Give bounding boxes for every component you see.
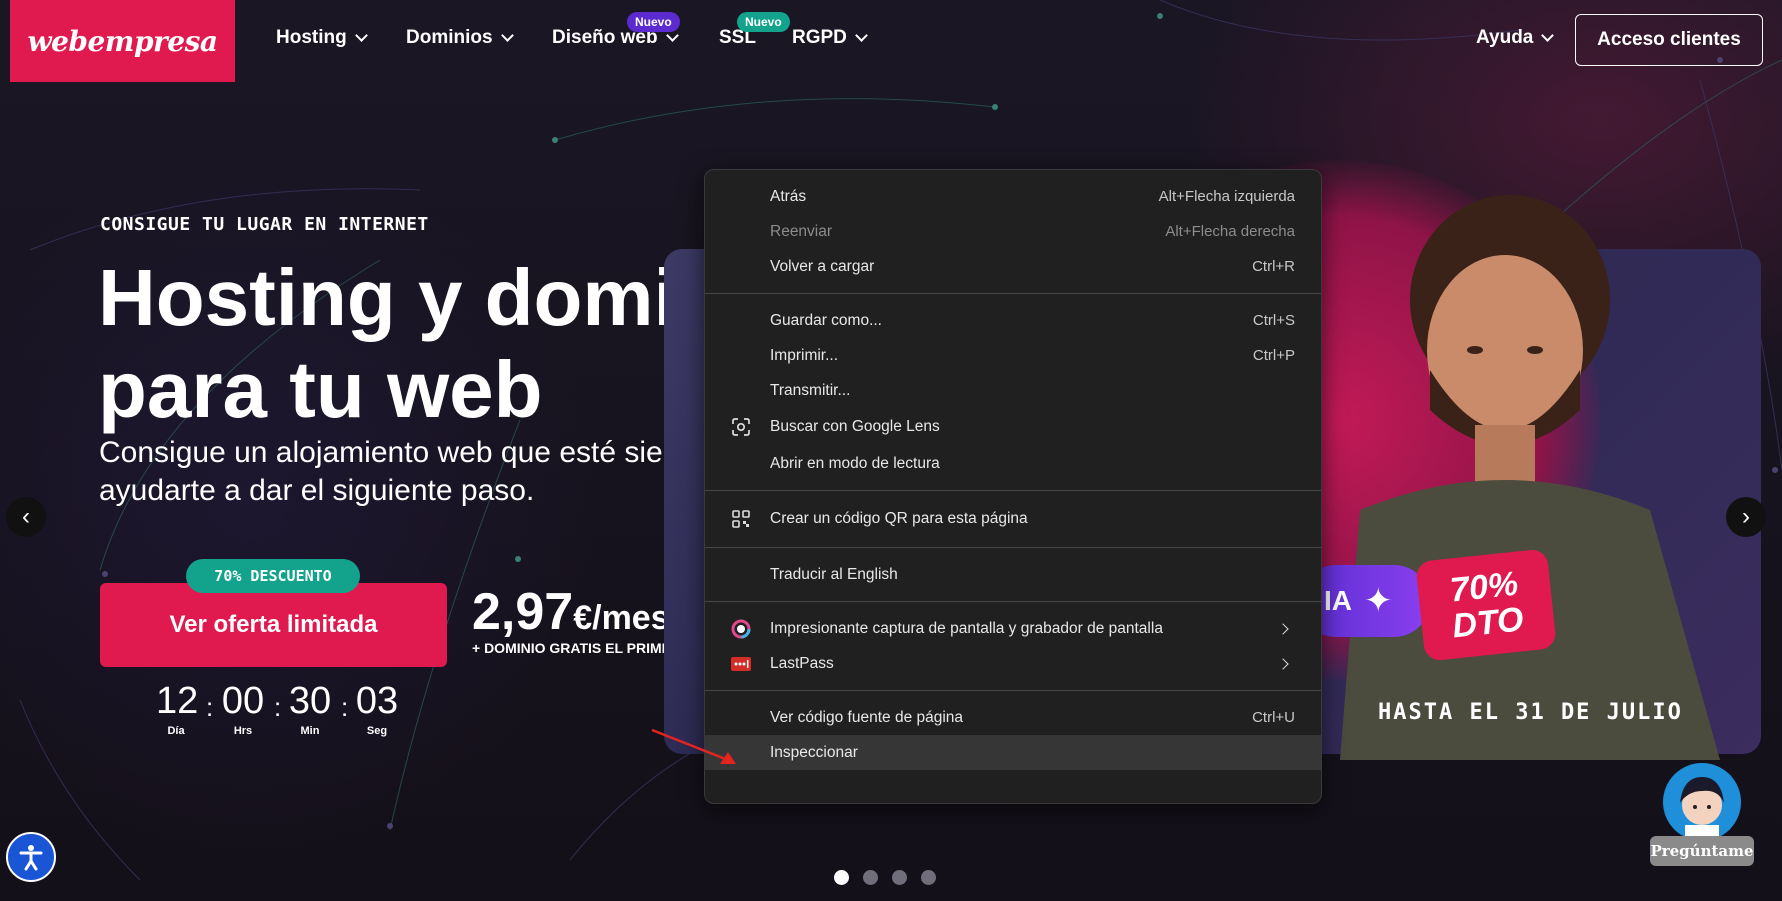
menu-item-inspect[interactable]: Inspeccionar (705, 735, 1321, 770)
countdown-separator: : (274, 692, 282, 722)
menu-item-print[interactable]: Imprimir... Ctrl+P (705, 338, 1321, 373)
sparkle-icon: ✦ (1364, 582, 1393, 620)
menu-item-qr-code[interactable]: Crear un código QR para esta página (705, 500, 1321, 538)
countdown-separator: : (206, 692, 214, 722)
menu-separator (705, 547, 1321, 548)
context-menu: Atrás Alt+Flecha izquierda Reenviar Alt+… (704, 169, 1322, 804)
lastpass-icon (730, 653, 752, 675)
annotation-arrow-icon (651, 728, 736, 764)
promo-until-date: HASTA EL 31 DE JULIO (1378, 700, 1683, 725)
carousel-next-button[interactable]: › (1726, 497, 1766, 537)
menu-item-forward: Reenviar Alt+Flecha derecha (770, 222, 1295, 241)
carousel-dot[interactable] (921, 870, 936, 885)
accessibility-button[interactable] (6, 832, 56, 882)
chevron-left-icon: ‹ (22, 503, 30, 530)
carousel-dot[interactable] (863, 870, 878, 885)
chevron-down-icon (354, 29, 368, 42)
countdown-separator: : (341, 692, 349, 722)
countdown-minutes: 30 Min (288, 680, 332, 737)
menu-separator (705, 490, 1321, 491)
menu-item-lastpass[interactable]: LastPass (705, 646, 1321, 681)
menu-item-screenshot-extension[interactable]: Impresionante captura de pantalla y grab… (705, 611, 1321, 646)
menu-item-save-as[interactable]: Guardar como... Ctrl+S (705, 303, 1321, 338)
new-badge: Nuevo (737, 12, 790, 32)
nav-ayuda[interactable]: Ayuda (1476, 27, 1555, 49)
nav-dominios[interactable]: Dominios (406, 27, 514, 49)
countdown-hours: 00 Hrs (221, 680, 265, 737)
main-nav: Hosting Dominios Diseño web Nuevo SSL Nu… (0, 0, 1782, 78)
assistant-avatar-icon (1680, 777, 1724, 841)
hero-subtitle: Consigue un alojamiento web que esté sie… (99, 436, 705, 507)
carousel-dot[interactable] (834, 870, 849, 885)
price: 2,97€/mes (472, 583, 670, 641)
chat-label[interactable]: Pregúntame (1650, 836, 1754, 866)
accessibility-icon (19, 845, 43, 871)
countdown-seconds: 03 Seg (355, 680, 399, 737)
carousel-prev-button[interactable]: ‹ (6, 497, 46, 537)
menu-separator (705, 293, 1321, 294)
chevron-down-icon (500, 29, 514, 42)
hero-eyebrow: CONSIGUE TU LUGAR EN INTERNET (100, 214, 429, 235)
countdown-days: 12 Día (156, 680, 199, 737)
promo-person-image (1340, 195, 1720, 760)
chevron-right-icon (1277, 657, 1289, 670)
menu-item-reading-mode[interactable]: Abrir en modo de lectura (705, 446, 1321, 481)
google-lens-icon (730, 416, 752, 438)
nav-rgpd[interactable]: RGPD (792, 27, 868, 49)
nav-hosting[interactable]: Hosting (276, 27, 368, 49)
menu-item-translate[interactable]: Traducir al English (705, 557, 1321, 592)
screenshot-extension-icon (730, 618, 752, 640)
menu-separator (705, 690, 1321, 691)
menu-item-google-lens[interactable]: Buscar con Google Lens (705, 408, 1321, 446)
chevron-down-icon (855, 29, 868, 42)
menu-separator (705, 601, 1321, 602)
new-badge: Nuevo (627, 12, 680, 32)
carousel-dot[interactable] (892, 870, 907, 885)
offer-cta-button[interactable]: Ver oferta limitada (100, 583, 447, 667)
discount-badge: 70% DESCUENTO (186, 559, 360, 593)
menu-item-cast[interactable]: Transmitir... (705, 373, 1321, 408)
qr-code-icon (730, 508, 752, 530)
hero-title: Hosting y domin para tu web (98, 253, 718, 434)
discount-70-badge: 70% DTO (1415, 548, 1557, 662)
client-access-button[interactable]: Acceso clientes (1575, 14, 1763, 66)
menu-item-reload[interactable]: Volver a cargar Ctrl+R (705, 249, 1321, 284)
chevron-right-icon (1277, 622, 1289, 635)
chat-avatar[interactable] (1663, 763, 1741, 841)
carousel-dots (834, 870, 936, 885)
chevron-right-icon: › (1742, 503, 1750, 530)
menu-item-back[interactable]: Atrás Alt+Flecha izquierda (705, 179, 1321, 214)
chevron-down-icon (1541, 29, 1555, 42)
menu-item-view-source[interactable]: Ver código fuente de página Ctrl+U (705, 700, 1321, 735)
